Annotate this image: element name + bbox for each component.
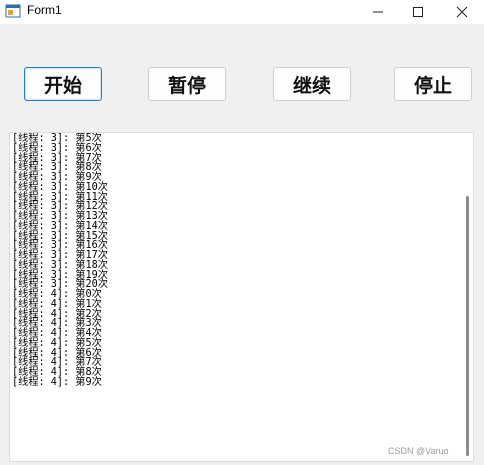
- log-lines: [线程: 3]: 第5次 [线程: 3]: 第6次 [线程: 3]: 第7次 [线程:…: [12, 134, 108, 388]
- watermark: CSDN @Varuo: [388, 446, 449, 456]
- stop-button[interactable]: 停止: [394, 67, 472, 101]
- title-bar: Form1: [0, 0, 484, 24]
- minimize-icon: [373, 11, 383, 13]
- pause-button[interactable]: 暂停: [148, 67, 226, 101]
- maximize-button[interactable]: [396, 0, 440, 24]
- app-icon: [5, 4, 21, 18]
- maximize-icon: [413, 7, 423, 17]
- scrollbar-thumb[interactable]: [466, 196, 469, 456]
- log-line: [线程: 4]: 第9次: [12, 376, 102, 388]
- start-button[interactable]: 开始: [24, 67, 102, 101]
- log-textbox[interactable]: [线程: 3]: 第5次 [线程: 3]: 第6次 [线程: 3]: 第7次 [线程:…: [9, 132, 474, 462]
- close-button[interactable]: [440, 0, 484, 24]
- window-title: Form1: [27, 3, 62, 17]
- minimize-button[interactable]: [356, 0, 400, 24]
- vertical-scrollbar[interactable]: [461, 133, 473, 461]
- close-icon: [456, 6, 468, 18]
- resume-button[interactable]: 继续: [273, 67, 351, 101]
